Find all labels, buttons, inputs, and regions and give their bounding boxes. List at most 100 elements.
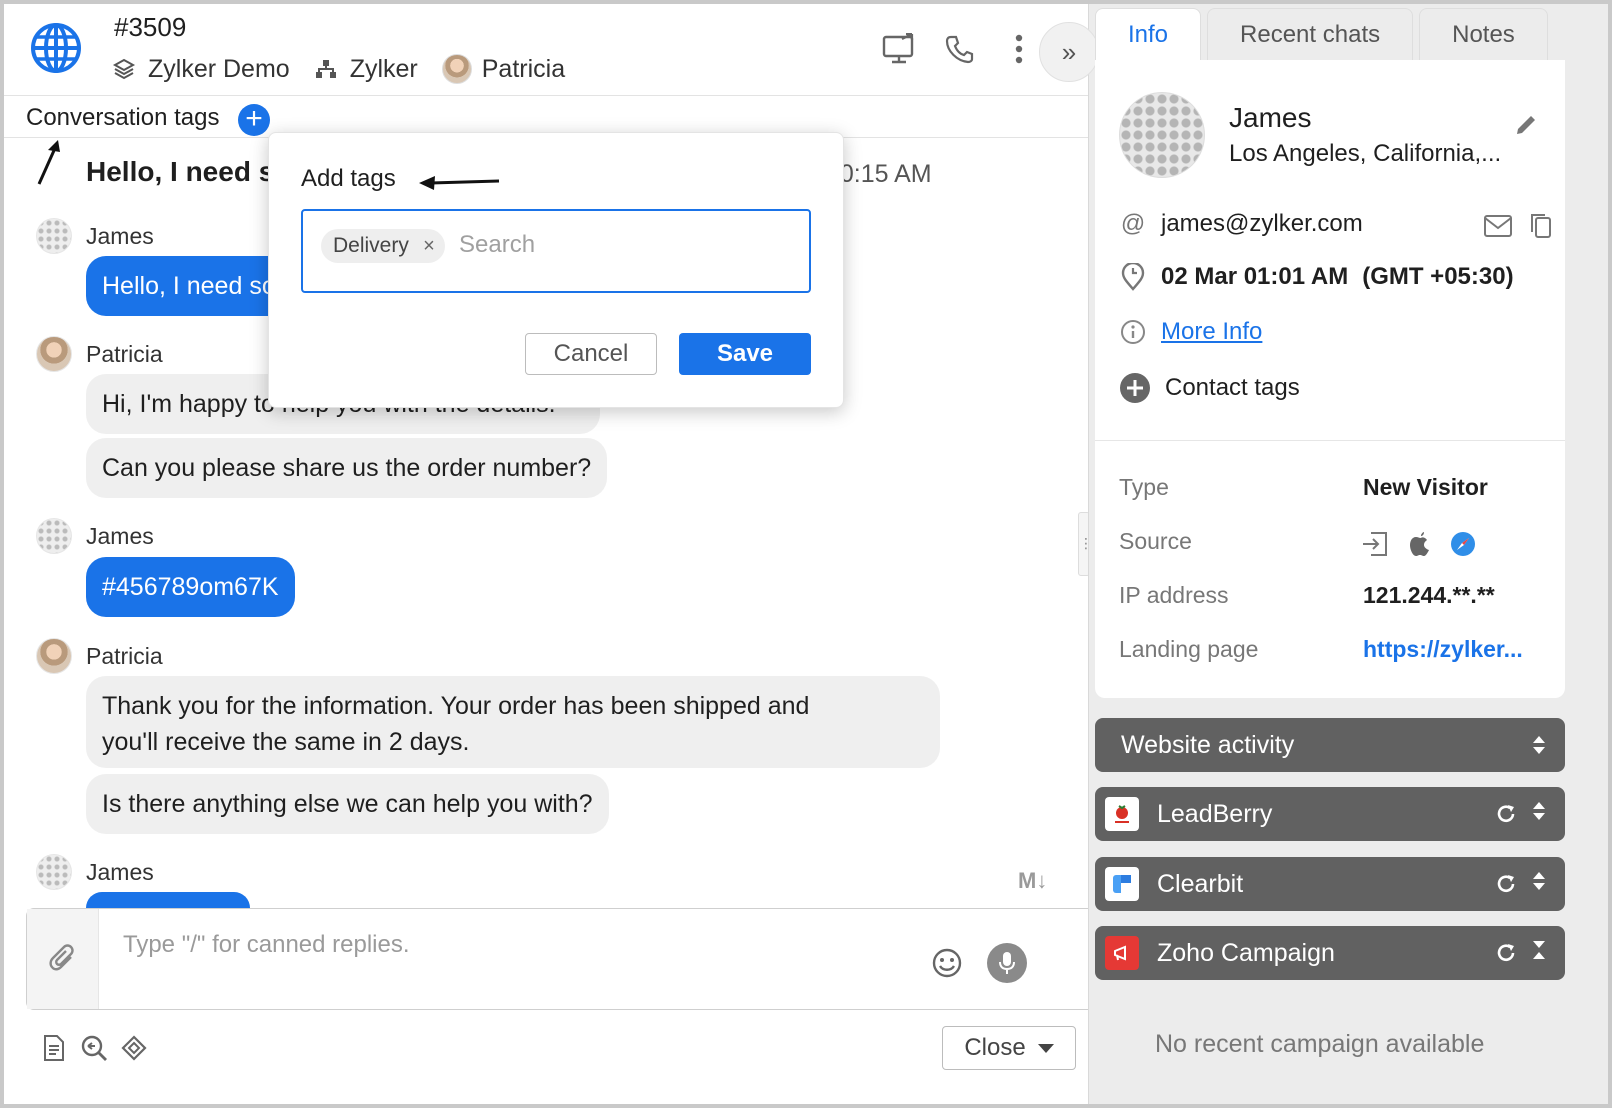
collapse-panel-icon[interactable]: » [1039, 22, 1099, 82]
refresh-icon[interactable] [1495, 873, 1517, 895]
operator-avatar [36, 638, 72, 674]
tab-recent-chats[interactable]: Recent chats [1207, 8, 1414, 60]
remove-tag-icon[interactable]: × [423, 229, 435, 263]
department-info: Zylker [314, 55, 418, 84]
bot-icon[interactable] [120, 1034, 148, 1062]
globe-icon [31, 23, 81, 73]
clearbit-logo [1105, 867, 1139, 901]
message-sender: James [36, 218, 154, 254]
location-clock-icon [1121, 263, 1145, 291]
conversation-tags-label: Conversation tags [26, 104, 220, 131]
visitor-info-pane: » Info Recent chats Notes James Los Ange… [1039, 4, 1608, 1104]
markdown-icon[interactable]: M↓ [1018, 868, 1047, 894]
sort-icon [1531, 869, 1547, 900]
source-icons [1361, 530, 1493, 558]
accordion-clearbit[interactable]: Clearbit [1095, 857, 1565, 911]
detail-key: Type [1119, 474, 1169, 500]
visitor-avatar [36, 518, 72, 554]
add-tag-button[interactable]: + [238, 104, 270, 136]
sender-name: Patricia [86, 642, 163, 669]
search-reply-icon[interactable] [80, 1034, 108, 1062]
message-composer: Type "/" for canned replies. [26, 908, 1096, 1010]
info-tabs: Info Recent chats Notes [1095, 8, 1554, 60]
portal-name: Zylker Demo [148, 54, 290, 83]
attachment-icon[interactable] [27, 909, 99, 1009]
message-bubble [86, 892, 250, 908]
tag-search-input[interactable] [459, 225, 789, 265]
leadberry-logo [1105, 797, 1139, 831]
message-bubble: Is there anything else we can help you w… [86, 774, 609, 834]
add-tags-popup: Add tags Delivery × Cancel Save [268, 132, 844, 408]
accordion-leadberry[interactable]: LeadBerry [1095, 787, 1565, 841]
layers-icon [112, 58, 136, 80]
email-row: @ james@zylker.com [1119, 210, 1363, 238]
message-sender: James [36, 854, 154, 890]
apple-icon [1410, 532, 1429, 556]
collapse-icon [1531, 938, 1547, 969]
sender-name: James [86, 522, 154, 549]
microphone-icon[interactable] [987, 943, 1027, 983]
detail-key: IP address [1119, 582, 1229, 608]
tab-info[interactable]: Info [1095, 8, 1202, 60]
visitor-name: James [1229, 102, 1312, 133]
visitor-type: New Visitor [1363, 474, 1488, 500]
operator-name: Patricia [481, 54, 566, 83]
close-chat-button[interactable]: Close [942, 1026, 1076, 1070]
tag-input-box[interactable]: Delivery × [301, 209, 811, 293]
save-button[interactable]: Save [679, 333, 811, 375]
visitor-timezone: (GMT +05:30) [1362, 263, 1514, 290]
composer-input[interactable]: Type "/" for canned replies. [123, 931, 410, 959]
local-time-row: 02 Mar 01:01 AM (GMT +05:30) [1119, 263, 1514, 291]
accordion-controls [1495, 938, 1547, 969]
edit-icon[interactable] [1513, 112, 1539, 138]
sender-name: Patricia [86, 340, 163, 367]
detail-key: Source [1119, 528, 1192, 554]
visitor-avatar [1119, 92, 1205, 178]
screen-share-icon[interactable] [882, 32, 916, 66]
more-info-link[interactable]: More Info [1161, 318, 1262, 346]
phone-icon[interactable] [942, 32, 976, 66]
operator-avatar [36, 336, 72, 372]
annotation-arrow-up [37, 140, 60, 185]
accordion-zoho-campaign[interactable]: Zoho Campaign [1095, 926, 1565, 980]
landing-page-link[interactable]: https://zylker... [1363, 636, 1523, 663]
visitor-avatar [36, 854, 72, 890]
operator-avatar [441, 54, 472, 84]
message-bubble: Can you please share us the order number… [86, 438, 608, 498]
visitor-avatar [36, 218, 72, 254]
chat-meta: Zylker Demo Zylker Patricia [112, 54, 589, 84]
composer-tools [40, 1034, 160, 1062]
visitor-location: Los Angeles, California,... [1229, 140, 1502, 167]
department-name: Zylker [349, 54, 418, 83]
chevron-down-icon [1037, 1043, 1054, 1053]
refresh-icon[interactable] [1495, 803, 1517, 825]
tab-notes[interactable]: Notes [1419, 8, 1548, 60]
contact-tags-row[interactable]: Contact tags [1119, 372, 1300, 404]
accordion-controls [1495, 799, 1547, 830]
accordion-website-activity[interactable]: Website activity [1095, 718, 1565, 772]
org-chart-icon [315, 60, 336, 78]
more-options-icon[interactable] [1002, 32, 1036, 66]
sort-icon [1531, 799, 1547, 830]
chat-header: #3509 Zylker Demo Zylker Patricia [4, 4, 1120, 96]
emoji-icon[interactable] [931, 947, 963, 979]
header-actions [856, 32, 1036, 66]
copy-icon[interactable] [1527, 212, 1557, 240]
divider [1095, 440, 1565, 441]
visitor-email: james@zylker.com [1161, 210, 1363, 237]
operator-info: Patricia [441, 54, 566, 84]
message-sender: Patricia [36, 638, 163, 674]
sender-name: James [86, 222, 154, 249]
portal-info: Zylker Demo [112, 55, 290, 84]
mail-icon[interactable] [1483, 212, 1513, 240]
detail-key: Landing page [1119, 636, 1259, 662]
message-sender: James [36, 518, 154, 554]
visitor-local-time: 02 Mar 01:01 AM [1161, 263, 1349, 290]
cancel-button[interactable]: Cancel [525, 333, 657, 375]
refresh-icon[interactable] [1495, 942, 1517, 964]
message-bubble: #456789om67K [86, 557, 295, 617]
add-contact-tag-icon[interactable] [1119, 372, 1151, 404]
notes-icon[interactable] [40, 1034, 68, 1062]
sign-in-icon [1363, 532, 1387, 556]
sort-icon [1531, 733, 1547, 757]
